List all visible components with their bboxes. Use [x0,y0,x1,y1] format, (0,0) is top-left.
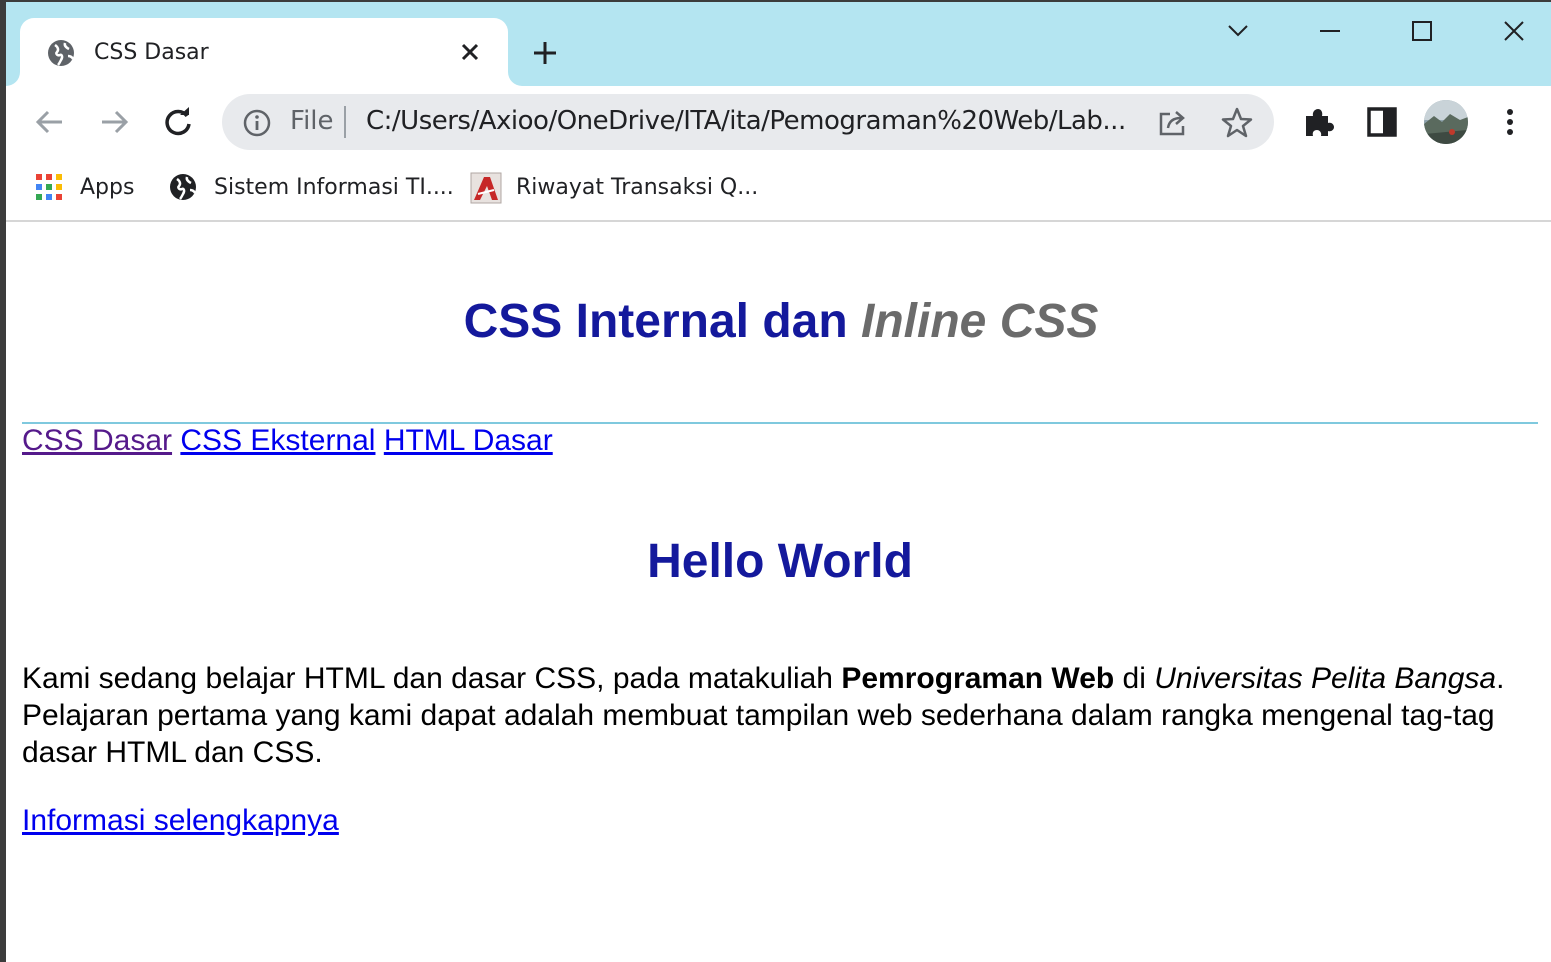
extensions-puzzle-icon[interactable] [1300,104,1336,140]
close-window-icon[interactable] [1494,16,1534,50]
page-title-regular: CSS Internal dan [463,295,848,348]
page-title: CSS Internal dan Inline CSS [6,294,1551,349]
profile-avatar[interactable] [1424,100,1468,144]
chevron-down-icon[interactable] [1218,16,1258,50]
close-tab-icon[interactable] [456,38,484,66]
paragraph-text: di [1122,662,1146,695]
share-icon[interactable] [1156,106,1190,140]
page-content: CSS Internal dan Inline CSS CSS Dasar CS… [6,224,1551,962]
url-text[interactable]: C:/Users/Axioo/OneDrive/ITA/ita/Pemogram… [366,106,1136,136]
address-bar[interactable]: File C:/Users/Axioo/OneDrive/ITA/ita/Pem… [222,94,1274,150]
star-bookmark-icon[interactable] [1220,106,1254,140]
info-icon[interactable] [242,108,272,138]
nav-link-css-eksternal[interactable]: CSS Eksternal [180,424,375,457]
tab-strip: CSS Dasar [6,2,1551,86]
side-panel-icon[interactable] [1364,104,1400,140]
paragraph-text: Kami sedang belajar HTML dan dasar CSS, … [22,662,833,695]
bookmark-label: Sistem Informasi TI.... [214,174,454,200]
site-logo-icon [470,172,502,204]
bookmark-label: Apps [80,174,135,200]
reload-icon[interactable] [160,104,196,140]
maximize-icon[interactable] [1402,16,1442,50]
bookmark-riwayat-transaksi[interactable]: Riwayat Transaksi Q... [470,170,758,204]
new-tab-icon[interactable] [530,38,560,68]
apps-grid-icon [34,172,64,202]
hello-heading: Hello World [647,535,913,588]
globe-icon [168,172,198,202]
nav-link-html-dasar[interactable]: HTML Dasar [384,424,553,457]
nav-menu: CSS Dasar CSS Eksternal HTML Dasar [22,424,553,458]
window-left-border [0,0,6,962]
more-menu-icon[interactable] [1492,104,1528,140]
forward-arrow-icon[interactable] [96,104,132,140]
back-arrow-icon[interactable] [32,104,68,140]
paragraph-italic: Universitas Pelita Bangsa [1154,662,1497,695]
globe-icon [46,38,76,68]
intro-paragraph: Kami sedang belajar HTML dan dasar CSS, … [22,660,1522,771]
nav-link-css-dasar[interactable]: CSS Dasar [22,424,172,457]
bookmark-sistem-informasi[interactable]: Sistem Informasi TI.... [168,170,454,204]
minimize-icon[interactable] [1310,16,1350,50]
tab-css-dasar[interactable]: CSS Dasar [20,18,508,86]
page-title-italic: Inline CSS [861,295,1099,348]
url-scheme-label: File [290,106,334,136]
toolbar: File C:/Users/Axioo/OneDrive/ITA/ita/Pem… [6,86,1551,160]
bookmark-apps[interactable]: Apps [34,170,134,204]
tab-title: CSS Dasar [94,40,209,65]
address-separator [344,106,346,138]
bookmark-label: Riwayat Transaksi Q... [516,174,759,200]
bookmarks-bar: Apps Sistem Informasi TI.... Riwayat Tra… [6,160,1551,222]
more-info-link[interactable]: Informasi selengkapnya [22,804,339,838]
paragraph-bold: Pemrograman Web [841,662,1115,695]
